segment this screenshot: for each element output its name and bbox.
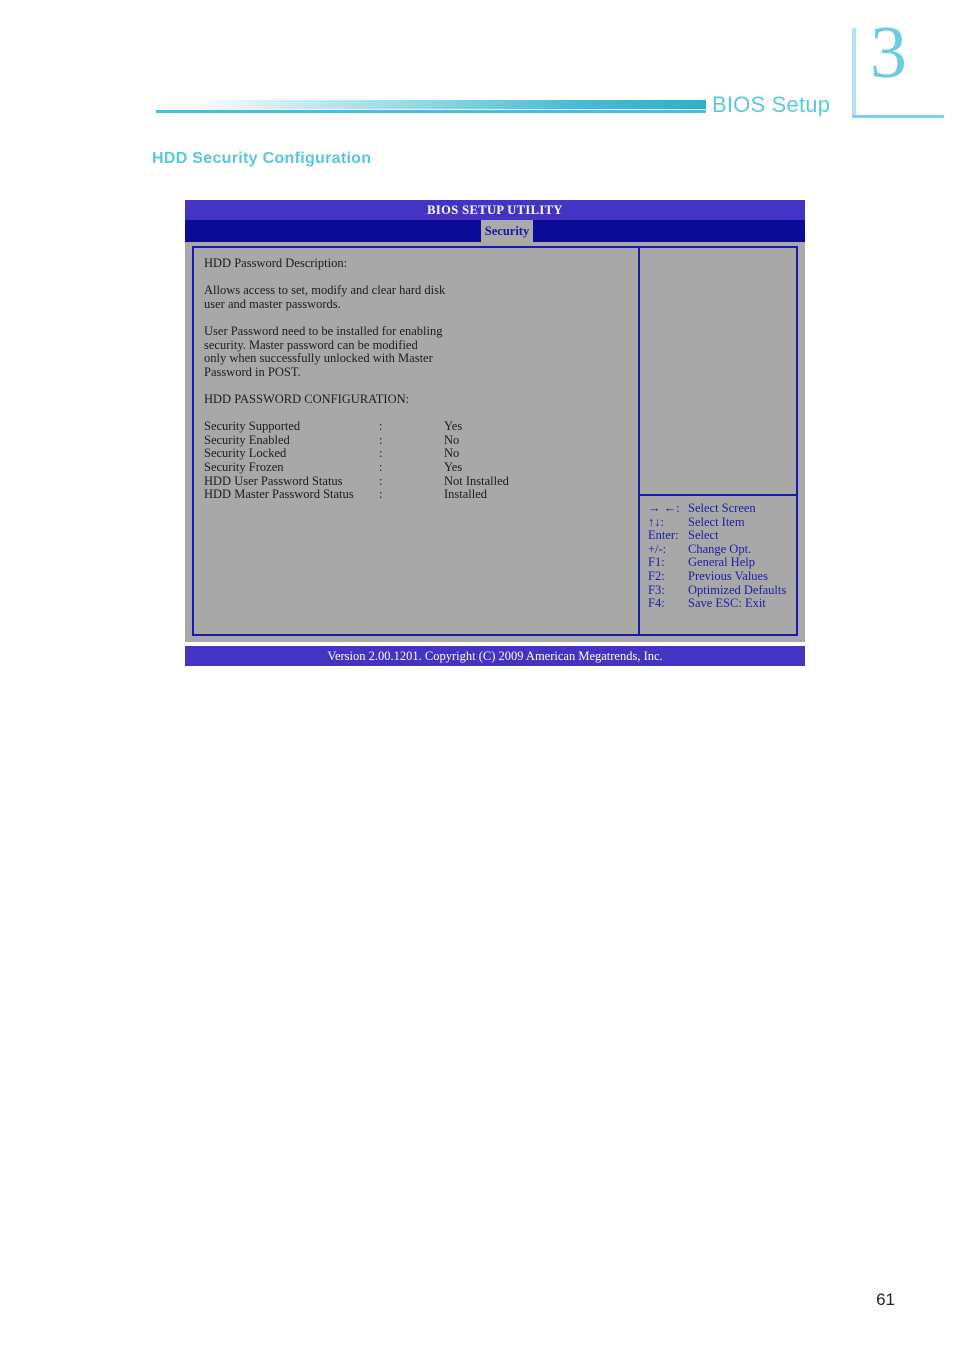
status-value: Yes	[444, 459, 463, 474]
chapter-number: 3	[870, 12, 907, 94]
status-label: HDD User Password Status	[204, 473, 343, 488]
status-colon: :	[379, 473, 383, 488]
description-blank-line	[204, 271, 638, 285]
help-key: ↑↓:	[648, 514, 664, 529]
description-line: Allows access to set, modify and clear h…	[204, 283, 446, 298]
page-header: BIOS Setup 3	[0, 0, 954, 140]
status-row: Security Frozen: Yes	[204, 459, 638, 475]
status-label: Security Enabled	[204, 432, 290, 447]
help-key-row: F2: Previous Values	[648, 568, 786, 584]
help-action: Select Item	[688, 514, 745, 529]
description-line: user and master passwords.	[204, 296, 341, 311]
help-key-row: F4: Save ESC: Exit	[648, 597, 786, 611]
status-value: Not Installed	[444, 473, 509, 488]
description-line: security. Master password can be modifie…	[204, 337, 418, 352]
help-key: +/-:	[648, 541, 667, 556]
help-key-row: +/-: Change Opt.	[648, 541, 786, 557]
bios-setup-window: BIOS SETUP UTILITY Security HDD Password…	[185, 200, 805, 666]
hdd-password-description: HDD Password Description: Allows access t…	[204, 256, 638, 407]
status-label: HDD Master Password Status	[204, 487, 354, 502]
chapter-bracket-horizontal	[852, 115, 944, 118]
help-key-row: F1: General Help	[648, 556, 786, 570]
hdd-password-configuration-table: Security Supported: Yes Security Enabled: N…	[204, 420, 638, 502]
tab-security[interactable]: Security	[481, 220, 533, 242]
status-colon: :	[379, 459, 383, 474]
help-key-legend: → ←: Select Screen ↑↓: Select Item Enter: Sel…	[648, 501, 787, 611]
status-colon: :	[379, 487, 383, 502]
bios-footer-version: Version 2.00.1201. Copyright (C) 2009 Am…	[185, 646, 805, 666]
status-label: Security Locked	[204, 446, 287, 461]
description-line: only when successfully unlocked with Mas…	[204, 351, 433, 366]
help-action: Select Screen	[688, 501, 756, 515]
status-colon: :	[379, 419, 383, 434]
bios-tab-bar: Security	[185, 220, 805, 242]
status-row: Security Locked: No	[204, 447, 638, 461]
help-key: F2:	[648, 568, 665, 583]
help-key: Enter:	[648, 528, 679, 543]
help-key-row: → ←: Select Screen	[648, 501, 786, 516]
help-key-row: F3: Optimized Defaults	[648, 582, 787, 598]
status-value: No	[444, 432, 460, 447]
status-row: HDD Master Password Status: Installed	[204, 487, 638, 502]
help-action: Optimized Defaults	[688, 582, 787, 597]
help-key-row: ↑↓: Select Item	[648, 514, 786, 530]
bios-main-panel: HDD Password Description: Allows access t…	[194, 248, 640, 634]
status-label: Security Supported	[204, 419, 301, 434]
chapter-bracket-vertical	[852, 28, 856, 118]
help-action: Previous Values	[688, 568, 768, 583]
description-line: HDD Password Description:	[204, 256, 348, 270]
chapter-marker: 3	[852, 16, 944, 118]
status-value: Yes	[444, 419, 463, 434]
header-gradient-bar	[156, 100, 706, 109]
description-line: User Password need to be installed for e…	[204, 323, 443, 338]
status-value: Installed	[444, 487, 488, 502]
page-title: HDD Security Configuration	[152, 150, 372, 167]
status-row: Security Supported: Yes	[204, 420, 638, 434]
description-blank-line	[204, 379, 638, 393]
help-key-row: Enter: Select	[648, 529, 786, 543]
help-key: → ←:	[648, 501, 680, 515]
bios-body: HDD Password Description: Allows access t…	[185, 242, 805, 642]
description-blank-line	[204, 311, 638, 325]
help-action: Change Opt.	[688, 541, 752, 556]
help-key: F4:	[648, 596, 665, 611]
help-action: Select	[688, 528, 719, 543]
status-label: Security Frozen	[204, 459, 284, 474]
description-line: HDD PASSWORD CONFIGURATION:	[204, 391, 410, 406]
status-value: No	[444, 446, 460, 461]
help-key: F3:	[648, 582, 665, 597]
help-key: F1:	[648, 555, 665, 570]
help-panel-divider	[640, 494, 796, 496]
status-row: Security Enabled: No	[204, 432, 638, 448]
bios-help-panel: → ←: Select Screen ↑↓: Select Item Enter: Sel…	[640, 248, 796, 634]
bios-title-bar: BIOS SETUP UTILITY	[185, 200, 805, 220]
help-action: General Help	[688, 555, 755, 570]
status-colon: :	[379, 446, 383, 461]
status-row: HDD User Password Status: Not Installed	[204, 473, 638, 489]
header-underline	[156, 110, 706, 113]
page-number: 61	[876, 1290, 895, 1309]
bios-panels: HDD Password Description: Allows access t…	[192, 246, 798, 636]
description-line: Password in POST.	[204, 364, 301, 379]
header-title: BIOS Setup	[712, 92, 831, 117]
status-colon: :	[379, 432, 383, 447]
help-action: Save ESC: Exit	[688, 596, 766, 611]
